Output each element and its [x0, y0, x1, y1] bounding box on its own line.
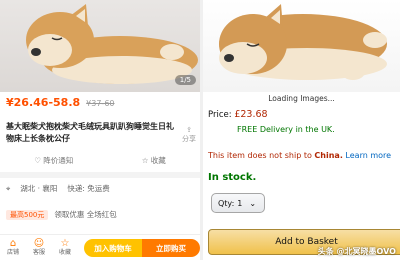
ship-from: 湖北 · 襄阳 [20, 184, 58, 193]
favorite-button[interactable]: ☆ 收藏 [142, 155, 166, 166]
product-title: 基大眠柴犬抱枕柴犬毛绒玩具趴趴狗睡觉生日礼物床上长条枕公仔 [6, 122, 174, 143]
amazon-product-panel: Loading Images... Price: £23.68 FREE Del… [203, 0, 400, 260]
favorite-label: 收藏 [150, 155, 166, 165]
price: ¥26.46-58.8 [6, 96, 81, 109]
add-to-cart-button[interactable]: 加入购物车 [84, 239, 142, 257]
learn-more-link[interactable]: Learn more [345, 151, 391, 160]
product-photo-shiba-plush[interactable] [203, 0, 400, 92]
chevron-down-icon: ⌄ [249, 198, 257, 208]
star-icon: ☆ [60, 238, 70, 249]
loading-images-text: Loading Images... [268, 94, 335, 103]
qty-label: Qty: [218, 198, 235, 208]
taobao-product-panel: 1/5 ¥26.46-58.8 ¥37-60 基大眠柴犬抱枕柴犬毛绒玩具趴趴狗睡… [0, 0, 200, 260]
no-ship-destination: China. [314, 151, 343, 160]
bottom-action-bar: ⌂ 店铺 ☺ 客服 ☆ 收藏 加入购物车 立即购买 [0, 234, 200, 260]
stock-status: In stock. [208, 172, 257, 183]
section-divider [0, 172, 200, 178]
price-line: Price: £23.68 [208, 109, 268, 120]
collect-label: 收藏 [58, 249, 71, 256]
price-row: ¥26.46-58.8 ¥37-60 [6, 96, 115, 112]
action-row: ♡ 降价通知 ☆ 收藏 [0, 152, 200, 168]
location-pin-icon: ⌖ [6, 183, 11, 193]
coupon-text: 领取优惠 全场红包 [54, 210, 117, 219]
product-photo-shiba-plush[interactable]: 1/5 [0, 0, 200, 92]
store-icon: ⌂ [9, 238, 17, 249]
chat-icon: ☺ [33, 238, 45, 249]
store-button[interactable]: ⌂ 店铺 [0, 238, 26, 257]
price-label: Price: [208, 110, 232, 120]
quantity-select[interactable]: Qty: 1 ⌄ [211, 193, 265, 213]
shiba-plush-illustration [219, 4, 387, 80]
share-label: 分享 [182, 135, 196, 143]
shiba-plush-illustration [26, 4, 198, 84]
share-button[interactable]: ⇪ 分享 [182, 126, 196, 144]
free-delivery-text: FREE Delivery in the UK. [237, 125, 335, 134]
shipping-restriction: This item does not ship to China. Learn … [208, 151, 391, 160]
ship-fee: 快递: 免运费 [67, 184, 110, 193]
coupon-tag: 最高500元 [6, 209, 49, 220]
service-button[interactable]: ☺ 客服 [26, 238, 52, 257]
price-value: £23.68 [234, 109, 268, 120]
collect-button[interactable]: ☆ 收藏 [52, 238, 78, 257]
price-alert-label: 降价通知 [43, 155, 74, 165]
price-alert-button[interactable]: ♡ 降价通知 [34, 155, 73, 166]
coupon-row[interactable]: 最高500元 领取优惠 全场红包 [6, 209, 196, 220]
buy-now-button[interactable]: 立即购买 [142, 239, 200, 257]
qty-value: 1 [237, 198, 243, 208]
watermark: 头条 @北冥晓墨OVO [317, 247, 396, 256]
no-ship-text: This item does not ship to [208, 151, 312, 160]
store-label: 店铺 [6, 249, 19, 256]
image-counter: 1/5 [174, 75, 196, 85]
original-price: ¥37-60 [86, 99, 115, 108]
share-icon: ⇪ [186, 126, 192, 134]
service-label: 客服 [32, 249, 45, 256]
shipping-row[interactable]: ⌖ 湖北 · 襄阳 快递: 免运费 [6, 183, 196, 194]
